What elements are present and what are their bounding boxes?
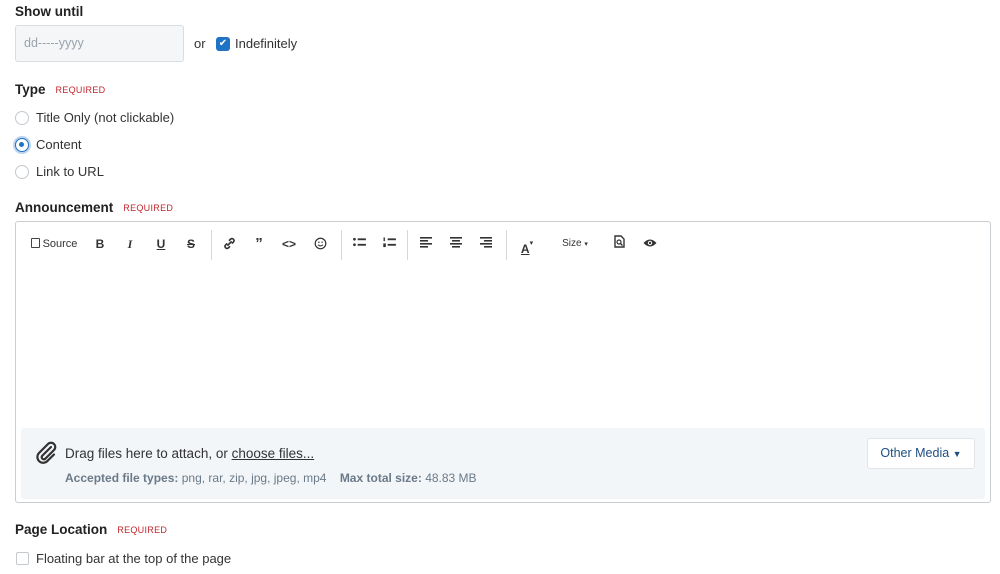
blockquote-button[interactable]: ” [250,234,268,254]
indefinitely-label[interactable]: Indefinitely [235,36,297,51]
bold-button[interactable]: B [91,234,109,254]
dropzone-meta: Accepted file types: png, rar, zip, jpg,… [65,471,477,485]
view-button[interactable] [640,234,660,254]
attachment-dropzone[interactable]: Drag files here to attach, or choose fil… [21,428,985,499]
editor-content-area[interactable] [16,266,990,426]
paperclip-icon [34,440,58,469]
announcement-label-text: Announcement [15,200,114,215]
link-button[interactable] [220,234,238,254]
eye-icon [643,239,657,247]
strikethrough-button[interactable]: S [182,234,200,254]
chevron-down-icon: ▾ [584,241,588,248]
size-dropdown-label: Size [562,238,582,249]
floating-bar-label[interactable]: Floating bar at the top of the page [36,551,231,566]
toolbar-separator [407,230,408,260]
toolbar-separator [211,230,212,260]
align-right-button[interactable] [477,234,495,254]
source-button[interactable]: Source [28,234,80,254]
text-color-icon: A [520,242,530,256]
show-until-label: Show until [15,4,84,19]
caret-icon: ▾ [529,240,534,247]
bulleted-list-button[interactable] [350,234,368,254]
page-location-required-badge: REQUIRED [117,525,168,535]
indefinitely-checkbox[interactable]: ✔ [216,37,230,51]
document-search-icon [613,235,625,248]
floating-bar-checkbox[interactable] [16,552,29,565]
other-media-label: Other Media [880,446,950,460]
source-icon [30,238,40,248]
underline-icon: U [156,237,166,251]
code-button[interactable]: <> [280,234,298,254]
dropzone-text: Drag files here to attach, or choose fil… [65,446,314,461]
type-required-badge: REQUIRED [55,85,106,95]
max-size-value: 48.83 MB [425,471,477,485]
type-label-text: Type [15,82,46,97]
emoji-button[interactable] [311,234,329,254]
type-radio-title-only[interactable] [15,111,29,125]
type-radio-content[interactable] [15,138,29,152]
type-option-content[interactable]: Content [36,137,82,152]
page-location-label-text: Page Location [15,522,108,537]
italic-icon: I [127,237,133,251]
code-icon: <> [281,237,296,251]
bulleted-list-icon [352,237,366,247]
bold-icon: B [95,237,105,251]
toolbar-separator [506,230,507,260]
accepted-types-value: png, rar, zip, jpg, jpeg, mp4 [181,471,327,485]
announcement-label: Announcement REQUIRED [15,200,173,215]
source-button-label: Source [42,238,78,250]
other-media-button[interactable]: Other Media ▼ [867,438,975,469]
page-location-label: Page Location REQUIRED [15,522,167,537]
type-radio-link-to-url[interactable] [15,165,29,179]
type-option-link-to-url[interactable]: Link to URL [36,164,104,179]
preview-button[interactable] [610,234,628,254]
italic-button[interactable]: I [121,234,139,254]
caret-down-icon: ▼ [952,449,962,459]
choose-files-link[interactable]: choose files... [232,446,315,461]
align-right-icon [480,237,492,248]
text-color-button[interactable]: A▾ [516,234,538,256]
announcement-required-badge: REQUIRED [123,203,174,213]
check-icon: ✔ [218,38,228,49]
align-center-icon [450,237,462,248]
max-size-label: Max total size: [339,471,422,485]
smiley-icon [314,237,326,250]
type-label: Type REQUIRED [15,82,105,97]
dropzone-instruction: Drag files here to attach, or [65,446,232,461]
show-until-date-input[interactable]: dd-----yyyy [15,25,184,62]
editor-toolbar: Source B I U S ” <> A▾ Size ▾ [16,222,990,266]
numbered-list-icon [382,237,396,248]
align-center-button[interactable] [447,234,465,254]
quote-icon: ” [255,235,263,252]
size-dropdown[interactable]: Size ▾ [556,234,594,254]
underline-button[interactable]: U [152,234,170,254]
strikethrough-icon: S [186,237,195,251]
or-text: or [194,36,206,51]
numbered-list-button[interactable] [380,234,398,254]
accepted-types-label: Accepted file types: [65,471,179,485]
toolbar-separator [341,230,342,260]
align-left-icon [420,237,432,248]
announcement-editor: Source B I U S ” <> A▾ Size ▾ Drag files… [15,221,991,503]
link-icon [223,237,235,250]
align-left-button[interactable] [417,234,435,254]
type-option-title-only[interactable]: Title Only (not clickable) [36,110,174,125]
